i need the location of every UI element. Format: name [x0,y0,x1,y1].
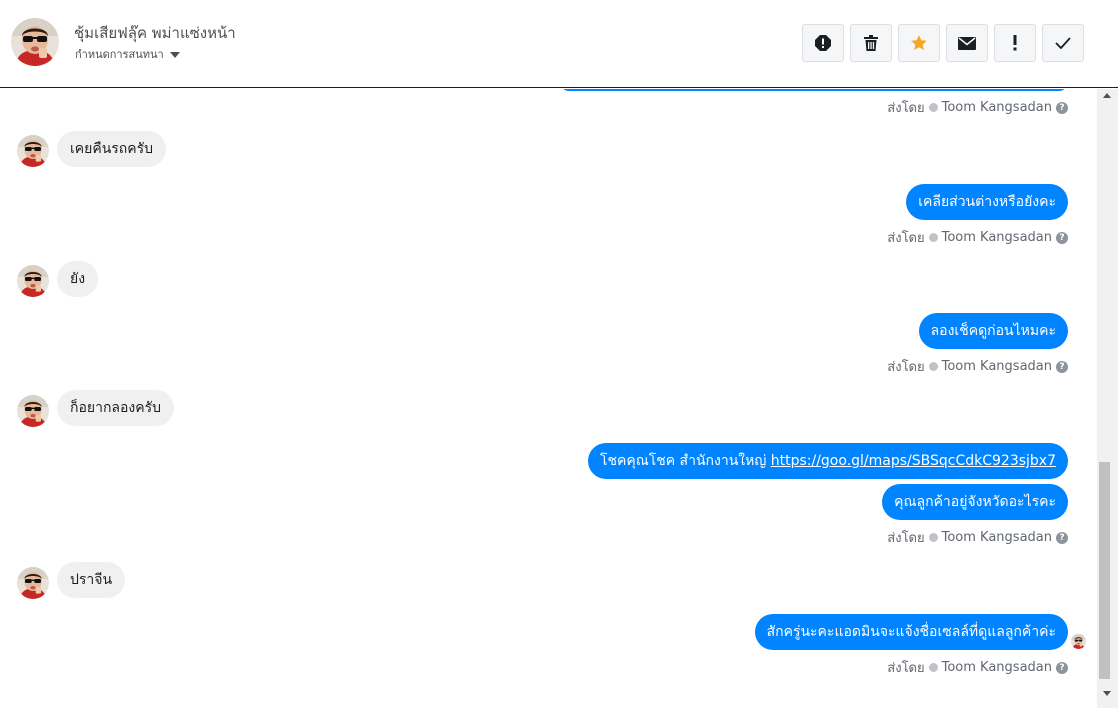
incoming-message[interactable]: ปราจีน [57,562,126,598]
conversation-header: ชุ้มเสียฟลุ๊ค พม่าแซ่งหน้า กำหนดการสนทนา [0,0,1118,88]
mark-spam-button[interactable] [802,24,844,62]
outgoing-message[interactable]: เคลียส่วนต่างหรือยังคะ [906,184,1068,220]
mark-unread-button[interactable] [946,24,988,62]
exclamation-icon [1013,35,1017,51]
sender-avatar[interactable] [17,567,49,599]
outgoing-message[interactable]: คุณลูกค้าอยู่จังหวัดอะไรคะ [882,484,1068,520]
sender-avatar[interactable] [17,395,49,427]
sent-status-icon [928,103,938,112]
outgoing-message-with-link[interactable]: โชคคุณโชค สำนักงานใหญ่ https://goo.gl/ma… [587,443,1068,479]
contact-avatar[interactable] [11,18,59,66]
scrollbar-thumb[interactable] [1099,462,1110,679]
sender-avatar[interactable] [17,135,49,167]
sent-by-label: ส่งโดย [887,360,925,375]
sent-status-icon [928,533,938,542]
sent-by-row: ส่งโดย Toom Kangsadan ? [887,356,1068,377]
star-button[interactable] [898,24,940,62]
incoming-message[interactable]: เคยคืนรถครับ [57,131,167,167]
sender-avatar[interactable] [17,265,49,297]
follow-up-button[interactable] [994,24,1036,62]
message-text: โชคคุณโชค สำนักงานใหญ่ [599,453,767,469]
sent-by-label: ส่งโดย [887,101,925,116]
header-actions [802,24,1084,62]
delete-button[interactable] [850,24,892,62]
help-icon[interactable]: ? [1056,661,1068,674]
mark-done-button[interactable] [1042,24,1084,62]
sent-by-row: ส่งโดย Toom Kangsadan ? [887,97,1068,118]
scroll-up-arrow-icon[interactable] [1103,93,1111,98]
outgoing-message[interactable]: ลองเช็คดูก่อนไหมคะ [918,313,1068,349]
sent-by-label: ส่งโดย [887,531,925,546]
envelope-icon [958,36,976,50]
map-link[interactable]: https://goo.gl/maps/SBSqcCdkC923sjbx7 [771,453,1056,469]
spam-icon [815,35,831,51]
caret-down-icon [169,51,180,58]
thread-scrollbar[interactable] [1097,89,1118,708]
contact-name[interactable]: ชุ้มเสียฟลุ๊ค พม่าแซ่งหน้า [74,21,236,45]
agent-name[interactable]: Toom Kangsadan [942,530,1052,545]
sent-by-row: ส่งโดย Toom Kangsadan ? [887,227,1068,248]
sent-status-icon [928,362,938,371]
star-icon [911,35,927,51]
sent-by-label: ส่งโดย [887,661,925,676]
help-icon[interactable]: ? [1056,231,1068,244]
previous-message-bubble [560,89,1068,91]
help-icon[interactable]: ? [1056,101,1068,114]
agent-name[interactable]: Toom Kangsadan [942,660,1052,675]
message-thread[interactable]: ส่งโดย Toom Kangsadan ? เคยคืนรถครับ เคล… [0,89,1097,708]
incoming-message[interactable]: ก็อยากลองครับ [57,390,175,426]
help-icon[interactable]: ? [1056,360,1068,373]
seen-by-avatar [1071,634,1086,649]
agent-name[interactable]: Toom Kangsadan [942,100,1052,115]
sent-status-icon [928,233,938,242]
trash-icon [864,35,878,51]
scroll-down-arrow-icon[interactable] [1103,691,1111,696]
incoming-message[interactable]: ยัง [57,261,99,297]
help-icon[interactable]: ? [1056,531,1068,544]
assign-conversation-dropdown[interactable]: กำหนดการสนทนา [75,45,180,63]
outgoing-message[interactable]: สักครู่นะคะแอดมินจะแจ้งชื่อเซลล์ที่ดูแลล… [754,614,1068,650]
sent-by-row: ส่งโดย Toom Kangsadan ? [887,657,1068,678]
sent-by-row: ส่งโดย Toom Kangsadan ? [887,527,1068,548]
check-icon [1055,37,1071,49]
assign-conversation-label: กำหนดการสนทนา [75,48,164,61]
agent-name[interactable]: Toom Kangsadan [942,359,1052,374]
agent-name[interactable]: Toom Kangsadan [942,230,1052,245]
sent-status-icon [928,663,938,672]
sent-by-label: ส่งโดย [887,231,925,246]
